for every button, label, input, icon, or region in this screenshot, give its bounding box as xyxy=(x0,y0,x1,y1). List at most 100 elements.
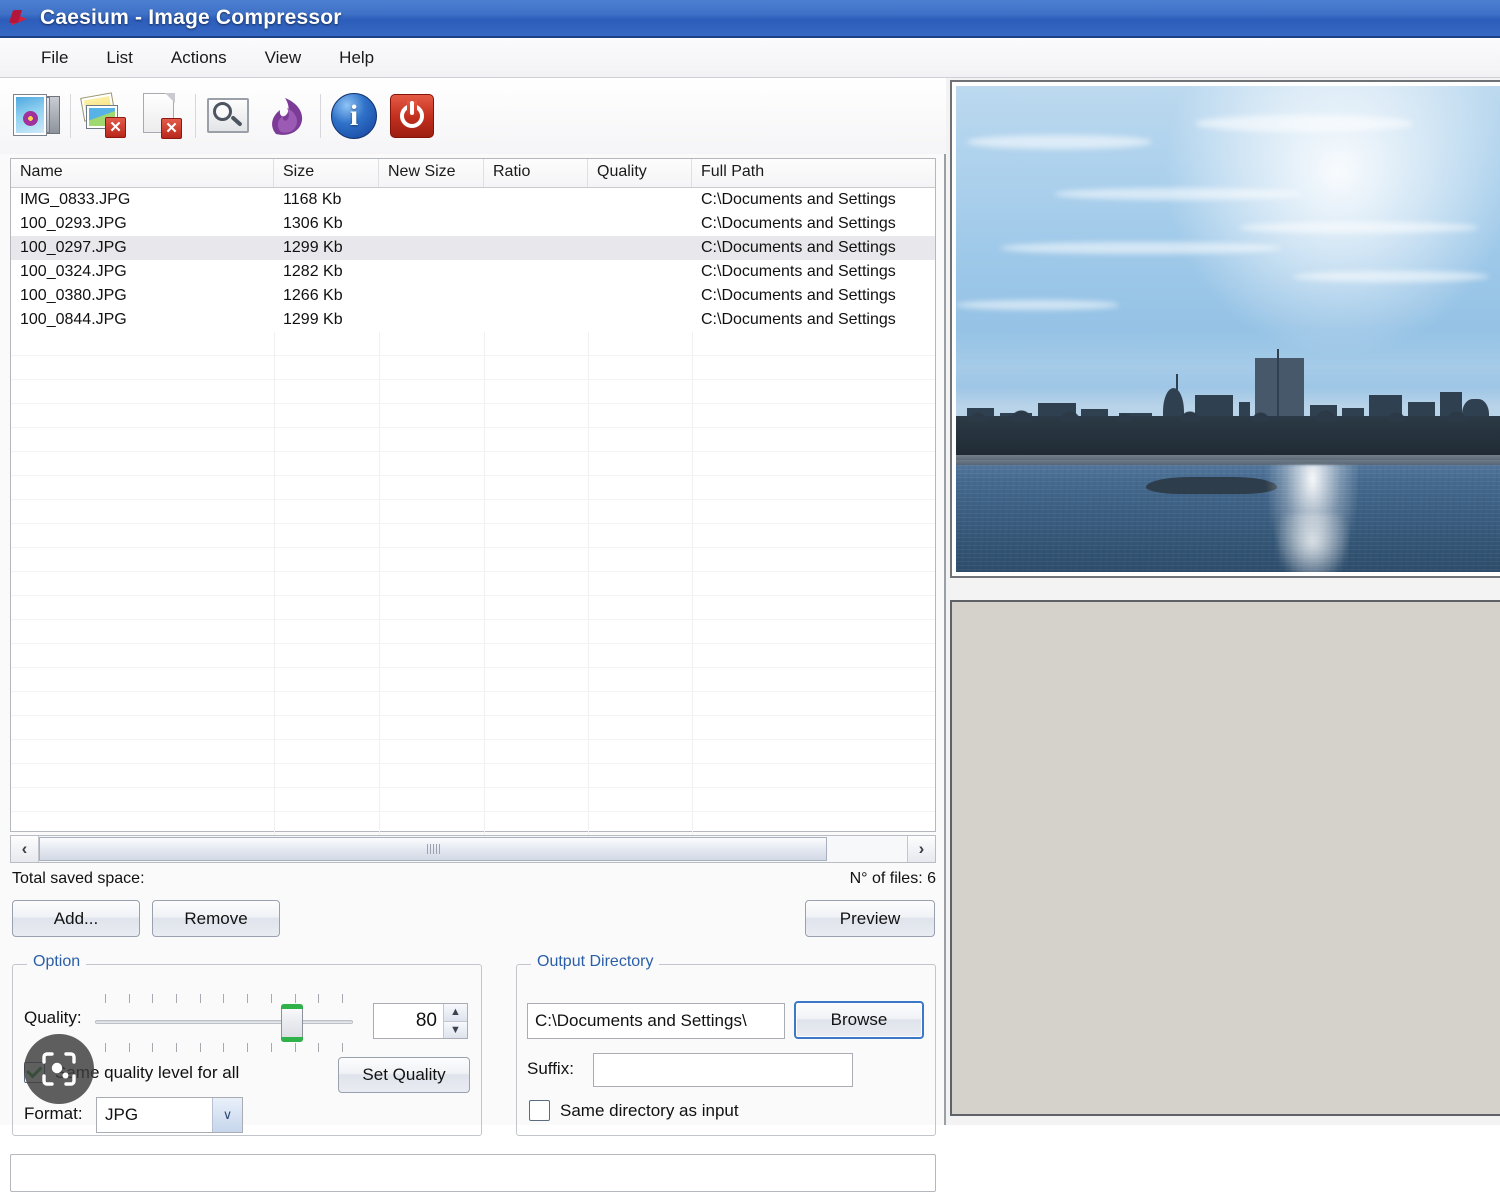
remove-button[interactable]: Remove xyxy=(152,900,280,937)
exit-button[interactable] xyxy=(383,87,441,145)
menu-item-list[interactable]: List xyxy=(87,44,151,72)
total-saved-space-label: Total saved space: xyxy=(12,870,145,887)
preview-photo xyxy=(956,86,1500,572)
cell-size: 1299 Kb xyxy=(283,311,343,328)
empty-rows xyxy=(11,332,935,860)
same-directory-checkbox-row[interactable]: Same directory as input xyxy=(529,1100,739,1121)
table-row[interactable]: 100_0293.JPG 1306 Kb C:\Documents and Se… xyxy=(11,212,935,236)
column-header-ratio[interactable]: Ratio xyxy=(484,159,588,187)
compress-flame-icon xyxy=(267,95,307,137)
file-list-body: IMG_0833.JPG 1168 Kb C:\Documents and Se… xyxy=(11,188,935,860)
compress-button[interactable] xyxy=(258,87,316,145)
same-directory-label: Same directory as input xyxy=(560,1100,739,1120)
format-select[interactable]: JPG ∨ xyxy=(96,1097,243,1133)
preview-button-main[interactable]: Preview xyxy=(805,900,935,937)
scrollbar-grip xyxy=(426,844,440,854)
exit-power-icon xyxy=(390,94,434,138)
browse-button[interactable]: Browse xyxy=(794,1001,924,1039)
stepper-down-icon[interactable]: ▼ xyxy=(444,1021,467,1038)
remove-images-button[interactable]: ✕ xyxy=(75,87,133,145)
horizontal-scrollbar[interactable]: ‹ › xyxy=(10,835,936,863)
stepper-up-icon[interactable]: ▲ xyxy=(444,1004,467,1022)
add-images-icon xyxy=(13,94,60,138)
menu-item-file[interactable]: File xyxy=(22,44,87,72)
column-header-full-path[interactable]: Full Path xyxy=(692,159,935,187)
preview-button[interactable] xyxy=(200,87,258,145)
table-row[interactable]: IMG_0833.JPG 1168 Kb C:\Documents and Se… xyxy=(11,188,935,212)
cell-name: 100_0844.JPG xyxy=(20,311,127,328)
cell-full-path: C:\Documents and Settings xyxy=(701,311,896,328)
add-button[interactable]: Add... xyxy=(12,900,140,937)
image-preview-pane[interactable] xyxy=(950,80,1500,578)
cell-size: 1266 Kb xyxy=(283,287,343,304)
column-guides xyxy=(11,332,935,859)
table-row[interactable]: 100_0380.JPG 1266 Kb C:\Documents and Se… xyxy=(11,284,935,308)
add-images-button[interactable] xyxy=(8,87,66,145)
cell-full-path: C:\Documents and Settings xyxy=(701,191,896,208)
file-list-header: Name Size New Size Ratio Quality Full Pa… xyxy=(11,159,935,188)
clear-list-icon: ✕ xyxy=(141,93,183,139)
file-list[interactable]: Name Size New Size Ratio Quality Full Pa… xyxy=(10,158,936,860)
chevron-down-icon[interactable]: ∨ xyxy=(212,1098,242,1132)
slider-ticks-bottom xyxy=(105,1043,343,1052)
slider-thumb[interactable] xyxy=(281,1004,303,1042)
cell-name: 100_0324.JPG xyxy=(20,263,127,280)
clear-list-button[interactable]: ✕ xyxy=(133,87,191,145)
cell-size: 1168 Kb xyxy=(283,191,342,208)
suffix-label: Suffix: xyxy=(527,1059,574,1078)
quality-label: Quality: xyxy=(24,1008,82,1027)
quality-stepper[interactable]: 80 ▲ ▼ xyxy=(373,1003,468,1039)
suffix-input[interactable] xyxy=(593,1053,853,1087)
info-button[interactable]: i xyxy=(325,87,383,145)
same-directory-checkbox[interactable] xyxy=(529,1100,550,1121)
toolbar-separator xyxy=(195,94,196,138)
title-bar: Caesium - Image Compressor xyxy=(0,0,1500,38)
slider-ticks-top xyxy=(105,994,343,1003)
cell-name: 100_0293.JPG xyxy=(20,215,127,232)
left-pane: ✕ ✕ i Name Size New Size Ratio Quality F… xyxy=(0,78,946,1192)
format-value: JPG xyxy=(105,1105,139,1124)
menu-bar: File List Actions View Help xyxy=(0,38,1500,78)
set-quality-button[interactable]: Set Quality xyxy=(338,1057,470,1093)
cell-name: 100_0297.JPG xyxy=(20,239,127,256)
caesium-arrow-icon xyxy=(8,5,34,31)
cell-full-path: C:\Documents and Settings xyxy=(701,263,896,280)
menu-item-actions[interactable]: Actions xyxy=(152,44,246,72)
column-header-quality[interactable]: Quality xyxy=(588,159,692,187)
cell-size: 1282 Kb xyxy=(283,263,343,280)
preview-icon xyxy=(206,95,252,137)
scroll-right-icon[interactable]: › xyxy=(907,836,935,862)
column-header-size[interactable]: Size xyxy=(274,159,379,187)
window-title: Caesium - Image Compressor xyxy=(40,6,342,29)
scroll-left-icon[interactable]: ‹ xyxy=(11,836,39,862)
cell-size: 1299 Kb xyxy=(283,239,343,256)
secondary-preview-pane[interactable] xyxy=(950,600,1500,1116)
google-lens-icon[interactable] xyxy=(24,1034,94,1104)
column-header-new-size[interactable]: New Size xyxy=(379,159,484,187)
option-group-title: Option xyxy=(27,953,87,971)
slider-track[interactable] xyxy=(95,1020,353,1024)
toolbar: ✕ ✕ i xyxy=(0,78,946,154)
scrollbar-thumb[interactable] xyxy=(39,837,827,861)
sun-glint-lower xyxy=(1276,513,1348,572)
column-header-name[interactable]: Name xyxy=(11,159,274,187)
info-icon: i xyxy=(331,93,377,139)
cell-name: 100_0380.JPG xyxy=(20,287,127,304)
quality-slider[interactable] xyxy=(95,994,353,1052)
output-directory-input[interactable]: C:\Documents and Settings\ xyxy=(527,1003,785,1039)
cell-size: 1306 Kb xyxy=(283,215,343,232)
cell-name: IMG_0833.JPG xyxy=(20,191,131,208)
file-count-label: N° of files: 6 xyxy=(849,870,936,887)
toolbar-separator xyxy=(70,94,71,138)
menu-item-view[interactable]: View xyxy=(246,44,321,72)
table-row[interactable]: 100_0297.JPG 1299 Kb C:\Documents and Se… xyxy=(11,236,935,260)
table-row[interactable]: 100_0324.JPG 1282 Kb C:\Documents and Se… xyxy=(11,260,935,284)
stepper-buttons: ▲ ▼ xyxy=(443,1004,467,1038)
remove-images-icon: ✕ xyxy=(80,92,127,138)
table-row[interactable]: 100_0844.JPG 1299 Kb C:\Documents and Se… xyxy=(11,308,935,332)
output-group-title: Output Directory xyxy=(531,953,660,971)
menu-item-help[interactable]: Help xyxy=(320,44,393,72)
application-window: Caesium - Image Compressor File List Act… xyxy=(0,0,1500,1192)
quality-value[interactable]: 80 xyxy=(374,1004,443,1038)
scrollbar-track[interactable] xyxy=(39,836,907,862)
